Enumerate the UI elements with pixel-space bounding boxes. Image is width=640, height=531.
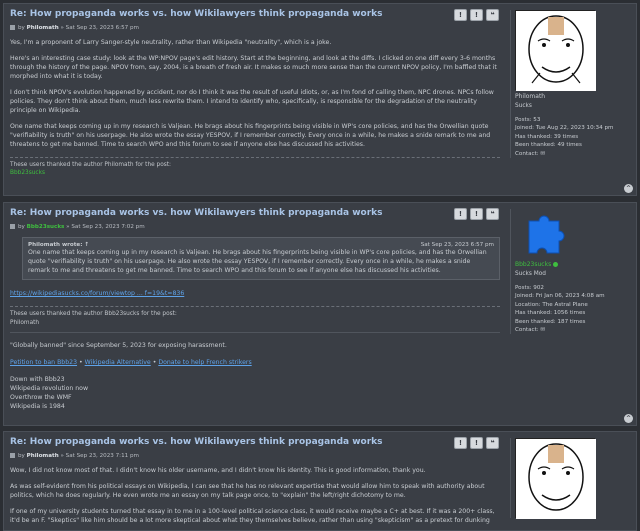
profile-rank: Sucks <box>515 102 532 109</box>
post-author[interactable]: Bbb23sucks <box>27 224 65 230</box>
post-body: Re: How propaganda works vs. how Wikilaw… <box>4 4 506 182</box>
quote-author[interactable]: Philomath wrote: ↑ <box>28 241 89 249</box>
post-buttons: ! ! ❝ <box>454 208 499 220</box>
back-to-top-icon[interactable]: ^ <box>624 184 633 193</box>
post-title[interactable]: Re: How propaganda works vs. how Wikilaw… <box>10 436 500 449</box>
sig-link[interactable]: Petition to ban Bbb23 <box>10 359 77 366</box>
post-paragraph: As was self-evident from his political e… <box>10 483 485 500</box>
post-buttons: ! ! ❝ <box>454 437 499 449</box>
thanks-user-link[interactable]: Philomath <box>10 319 500 327</box>
warn-button[interactable]: ! <box>470 208 483 220</box>
post-buttons: ! ! ❝ <box>454 9 499 21</box>
warn-button[interactable]: ! <box>470 9 483 21</box>
post-paragraph: Yes, I'm a proponent of Larry Sanger-sty… <box>10 39 332 47</box>
post-author[interactable]: Philomath <box>27 453 59 459</box>
post-author[interactable]: Philomath <box>27 25 59 31</box>
contact-icon[interactable]: ✉ <box>540 327 545 333</box>
thanks-user-link[interactable]: Bbb23sucks <box>10 169 500 177</box>
post-profile: Bbb23sucks Sucks Mod Posts: 902 Joined: … <box>510 209 632 335</box>
post-3: Re: How propaganda works vs. how Wikilaw… <box>3 431 637 531</box>
sig-link[interactable]: Donate to help French strikers <box>158 359 251 366</box>
profile-contact[interactable]: Contact: ✉ <box>515 150 632 158</box>
post-icon <box>10 25 15 31</box>
post-2: Re: How propaganda works vs. how Wikilaw… <box>3 202 637 426</box>
post-paragraph: Wow, I did not know most of that. I didn… <box>10 467 426 475</box>
post-author-line: by Philomath » Sat Sep 23, 2023 6:57 pm <box>10 24 500 32</box>
profile-rank: Sucks Mod <box>515 270 546 277</box>
profile-username[interactable]: Bbb23sucks <box>515 261 632 270</box>
wojak-avatar-icon <box>516 11 596 91</box>
sig-lines: Down with Bbb23 Wikipedia revolution now… <box>10 375 89 410</box>
profile-username[interactable]: Philomath <box>515 93 632 102</box>
post-1: Re: How propaganda works vs. how Wikilaw… <box>3 3 637 196</box>
wojak-avatar-icon <box>516 439 596 519</box>
online-status-icon <box>553 262 559 267</box>
post-paragraph: Here's an interesting case study: look a… <box>10 55 497 81</box>
quote-button[interactable]: ❝ <box>486 437 499 449</box>
post-profile: Philomath Sucks Posts: 53 Joined: Tue Au… <box>510 10 632 159</box>
report-button[interactable]: ! <box>454 208 467 220</box>
profile-stats: Posts: 53 Joined: Tue Aug 22, 2023 10:34… <box>515 116 632 158</box>
post-paragraph: One name that keeps coming up in my rese… <box>10 123 491 149</box>
profile-stats: Posts: 902 Joined: Fri Jan 06, 2023 4:08… <box>515 284 632 334</box>
sig-links: Petition to ban Bbb23 • Wikipedia Altern… <box>10 358 252 366</box>
thanks-label: These users thanked the author Philomath… <box>10 157 500 169</box>
post-icon <box>10 453 15 459</box>
post-date: » Sat Sep 23, 2023 6:57 pm <box>60 25 139 32</box>
quote-button[interactable]: ❝ <box>486 9 499 21</box>
post-date: » Sat Sep 23, 2023 7:02 pm <box>66 224 145 231</box>
post-link[interactable]: https://wikipediasucks.co/forum/viewtop … <box>10 290 500 299</box>
puzzle-piece-avatar-icon <box>528 215 565 254</box>
post-icon <box>10 224 15 230</box>
contact-icon[interactable]: ✉ <box>540 151 545 157</box>
quote-header: Philomath wrote: ↑ Sat Sep 23, 2023 6:57… <box>28 241 494 249</box>
quote-button[interactable]: ❝ <box>486 208 499 220</box>
post-profile <box>510 438 632 519</box>
post-paragraph: If one of my university students turned … <box>10 508 495 525</box>
post-body: Re: How propaganda works vs. how Wikilaw… <box>4 203 506 416</box>
quote-text: One name that keeps coming up in my rese… <box>28 249 487 275</box>
warn-button[interactable]: ! <box>470 437 483 449</box>
avatar[interactable] <box>515 10 596 91</box>
avatar[interactable] <box>523 209 565 254</box>
signature: "Globally banned" since September 5, 202… <box>10 331 500 412</box>
post-paragraph: I don't think NPOV's evolution happened … <box>10 89 494 115</box>
sig-banned: "Globally banned" since September 5, 202… <box>10 341 227 349</box>
post-date: » Sat Sep 23, 2023 7:11 pm <box>60 453 139 460</box>
report-button[interactable]: ! <box>454 9 467 21</box>
back-to-top-icon[interactable]: ^ <box>624 414 633 423</box>
report-button[interactable]: ! <box>454 437 467 449</box>
post-author-line: by Bbb23sucks » Sat Sep 23, 2023 7:02 pm <box>10 223 500 231</box>
avatar[interactable] <box>515 438 596 519</box>
sig-link[interactable]: Wikipedia Alternative <box>85 359 151 366</box>
quote-block: Philomath wrote: ↑ Sat Sep 23, 2023 6:57… <box>22 237 500 281</box>
post-title[interactable]: Re: How propaganda works vs. how Wikilaw… <box>10 8 500 21</box>
post-title[interactable]: Re: How propaganda works vs. how Wikilaw… <box>10 207 500 220</box>
thanks-label: These users thanked the author Bbb23suck… <box>10 306 500 318</box>
quote-date: Sat Sep 23, 2023 6:57 pm <box>420 242 494 249</box>
post-author-line: by Philomath » Sat Sep 23, 2023 7:11 pm <box>10 452 500 460</box>
post-body: Re: How propaganda works vs. how Wikilaw… <box>4 432 506 530</box>
profile-contact[interactable]: Contact: ✉ <box>515 326 632 334</box>
